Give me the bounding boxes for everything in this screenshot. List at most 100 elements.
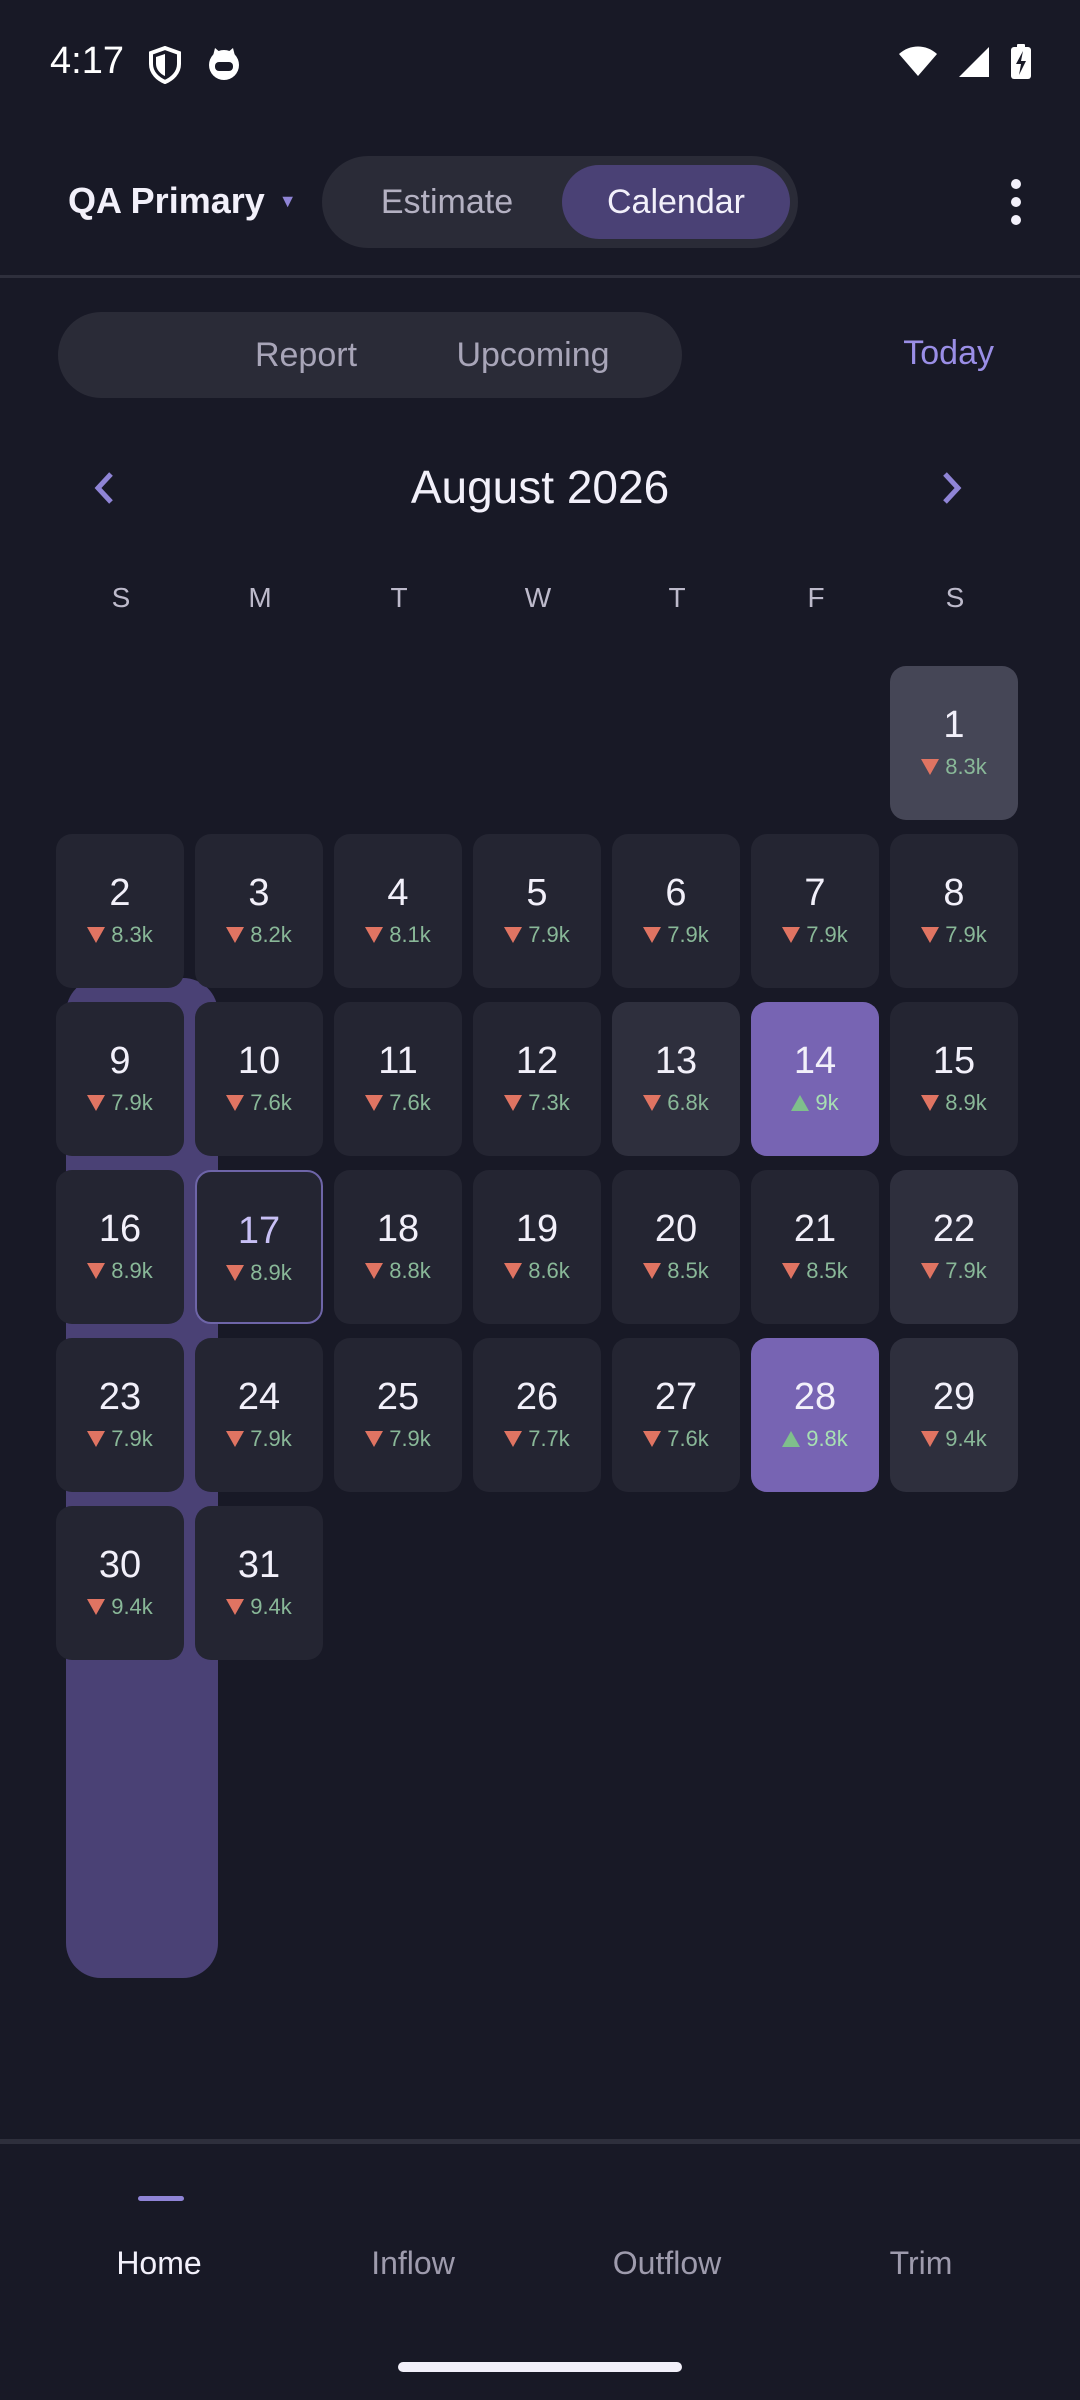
trend-down-icon: [226, 1095, 245, 1111]
day-number: 24: [237, 1376, 281, 1418]
nav-label: Inflow: [371, 2244, 455, 2281]
calendar-day-cell[interactable]: 31 9.4k: [195, 1506, 323, 1660]
trend-down-icon: [921, 927, 940, 943]
trend-down-icon: [365, 1431, 384, 1447]
day-number: 17: [237, 1210, 281, 1252]
day-balance: 7.9k: [751, 922, 879, 948]
calendar-day-cell[interactable]: 25 7.9k: [334, 1338, 462, 1492]
calendar-day-cell[interactable]: 5 7.9k: [473, 834, 601, 988]
day-balance-amount: 8.6k: [528, 1258, 570, 1283]
day-balance-amount: 8.3k: [945, 754, 987, 779]
weekday-header-row: SMTWTFS: [56, 582, 1024, 622]
calendar-day-cell[interactable]: 13 6.8k: [612, 1002, 740, 1156]
home-gesture-handle[interactable]: [398, 2362, 682, 2372]
more-vertical-icon: [1011, 179, 1021, 225]
day-balance-amount: 7.9k: [111, 1090, 153, 1115]
calendar-day-cell[interactable]: 21 8.5k: [751, 1170, 879, 1324]
day-number: 21: [793, 1208, 837, 1250]
nav-inflow[interactable]: Inflow: [288, 2144, 538, 2334]
estimate-mode-button[interactable]: Estimate: [332, 165, 562, 239]
tab-report[interactable]: Report: [230, 320, 382, 390]
active-tab-indicator: [138, 2196, 184, 2201]
day-balance: 8.2k: [195, 922, 323, 948]
calendar-day-cell[interactable]: 23 7.9k: [56, 1338, 184, 1492]
calendar-day-cell[interactable]: 12 7.3k: [473, 1002, 601, 1156]
calendar-day-cell[interactable]: 17 8.9k: [195, 1170, 323, 1324]
day-number: 15: [932, 1040, 976, 1082]
calendar-day-cell[interactable]: 6 7.9k: [612, 834, 740, 988]
trend-down-icon: [504, 927, 523, 943]
trend-down-icon: [365, 1095, 384, 1111]
weekday-label: T: [390, 582, 408, 613]
next-month-button[interactable]: [922, 458, 982, 518]
calendar-day-cell[interactable]: 10 7.6k: [195, 1002, 323, 1156]
calendar-day-cell[interactable]: 1 8.3k: [890, 666, 1018, 820]
calendar-day-cell[interactable]: 20 8.5k: [612, 1170, 740, 1324]
day-balance-amount: 7.9k: [528, 922, 570, 947]
calendar-mode-button[interactable]: Calendar: [562, 165, 790, 239]
calendar-day-cell[interactable]: 19 8.6k: [473, 1170, 601, 1324]
day-balance: 7.9k: [473, 922, 601, 948]
weekday-label: S: [111, 582, 131, 613]
calendar-day-cell[interactable]: 15 8.9k: [890, 1002, 1018, 1156]
calendar-day-cell[interactable]: 22 7.9k: [890, 1170, 1018, 1324]
calendar-day-cell[interactable]: 29 9.4k: [890, 1338, 1018, 1492]
day-balance-amount: 7.9k: [389, 1426, 431, 1451]
weekday-label: F: [807, 582, 825, 613]
calendar-day-cell[interactable]: 8 7.9k: [890, 834, 1018, 988]
calendar-day-cell[interactable]: 26 7.7k: [473, 1338, 601, 1492]
day-number: 19: [515, 1208, 559, 1250]
wifi-icon: [899, 46, 937, 76]
day-number: 6: [665, 872, 687, 914]
day-number: 7: [804, 872, 826, 914]
day-balance-amount: 8.1k: [389, 922, 431, 947]
trend-down-icon: [921, 1431, 940, 1447]
calendar-day-cell[interactable]: 24 7.9k: [195, 1338, 323, 1492]
calendar-day-cell[interactable]: 9 7.9k: [56, 1002, 184, 1156]
day-number: 20: [654, 1208, 698, 1250]
day-balance: 7.9k: [56, 1426, 184, 1452]
day-number: 12: [515, 1040, 559, 1082]
tab-upcoming[interactable]: Upcoming: [398, 320, 668, 390]
weekday-label: S: [945, 582, 965, 613]
day-balance: 7.9k: [890, 922, 1018, 948]
trend-down-icon: [226, 1265, 245, 1281]
calendar-day-cell[interactable]: 16 8.9k: [56, 1170, 184, 1324]
nav-label: Trim: [889, 2244, 953, 2281]
calendar-day-cell[interactable]: 7 7.9k: [751, 834, 879, 988]
calendar-day-cell[interactable]: 4 8.1k: [334, 834, 462, 988]
nav-home[interactable]: Home: [34, 2144, 284, 2334]
day-number: 25: [376, 1376, 420, 1418]
account-selector[interactable]: QA Primary ▼: [68, 180, 297, 222]
calendar-day-cell[interactable]: 11 7.6k: [334, 1002, 462, 1156]
day-number: 2: [109, 872, 131, 914]
day-balance: 8.9k: [197, 1260, 321, 1286]
day-balance: 8.3k: [890, 754, 1018, 780]
weekday-label: M: [248, 582, 272, 613]
day-balance-amount: 8.9k: [945, 1090, 987, 1115]
day-balance: 7.7k: [473, 1426, 601, 1452]
day-balance-amount: 6.8k: [667, 1090, 709, 1115]
day-balance: 8.5k: [751, 1258, 879, 1284]
calendar-day-cell[interactable]: 14 9k: [751, 1002, 879, 1156]
calendar-day-cell[interactable]: 30 9.4k: [56, 1506, 184, 1660]
today-button[interactable]: Today: [903, 334, 994, 373]
day-number: 3: [248, 872, 270, 914]
calendar-day-cell[interactable]: 3 8.2k: [195, 834, 323, 988]
nav-trim[interactable]: Trim: [796, 2144, 1046, 2334]
calendar-day-cell[interactable]: 27 7.6k: [612, 1338, 740, 1492]
more-options-button[interactable]: [988, 174, 1044, 230]
calendar-day-cell[interactable]: 28 9.8k: [751, 1338, 879, 1492]
day-balance-amount: 8.5k: [806, 1258, 848, 1283]
calendar-day-cell[interactable]: 2 8.3k: [56, 834, 184, 988]
trend-down-icon: [87, 927, 106, 943]
day-balance-amount: 9.4k: [250, 1594, 292, 1619]
nav-outflow[interactable]: Outflow: [542, 2144, 792, 2334]
day-number: 29: [932, 1376, 976, 1418]
day-balance: 7.6k: [612, 1426, 740, 1452]
day-number: 28: [793, 1376, 837, 1418]
calendar-day-cell[interactable]: 18 8.8k: [334, 1170, 462, 1324]
day-balance: 7.9k: [195, 1426, 323, 1452]
day-balance-amount: 7.7k: [528, 1426, 570, 1451]
account-name: QA Primary: [68, 180, 265, 221]
